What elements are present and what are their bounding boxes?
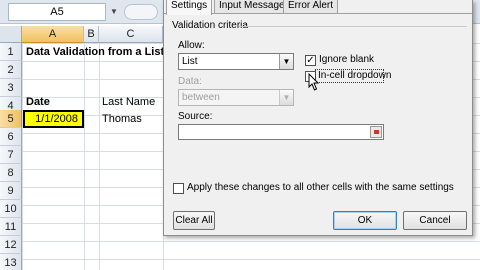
range-selector-icon[interactable]: [370, 126, 382, 138]
row-header-2[interactable]: 2: [0, 61, 22, 79]
data-select-value: between: [182, 92, 220, 103]
cell-c4[interactable]: Last Name: [99, 93, 155, 111]
group-divider: [239, 26, 467, 27]
allow-select-value: List: [182, 56, 198, 67]
column-header-c[interactable]: C: [99, 26, 163, 43]
name-box[interactable]: A5: [8, 3, 106, 21]
data-validation-dialog: Settings Input Message Error Alert Valid…: [163, 0, 474, 236]
cell-a5-active[interactable]: 1/1/2008: [23, 110, 84, 128]
tab-error-alert[interactable]: Error Alert: [283, 0, 339, 14]
ignore-blank-checkbox[interactable]: ✓: [305, 55, 316, 66]
incell-dropdown-label[interactable]: In-cell dropdown: [318, 70, 391, 81]
ok-button[interactable]: OK: [333, 211, 397, 230]
name-box-dropdown-icon[interactable]: ▼: [108, 3, 120, 21]
column-divider: [99, 43, 100, 270]
row-header-3[interactable]: 3: [0, 79, 22, 97]
row-header-8[interactable]: 8: [0, 164, 22, 182]
row-header-7[interactable]: 7: [0, 146, 22, 164]
allow-select[interactable]: List ▼: [178, 53, 294, 70]
chevron-down-icon[interactable]: ▼: [279, 54, 293, 69]
tab-input-message[interactable]: Input Message: [214, 0, 290, 14]
cell-a1[interactable]: Data Validation from a List: [23, 43, 164, 61]
source-input[interactable]: [178, 124, 384, 140]
validation-criteria-label: Validation criteria: [172, 20, 248, 31]
dialog-tabstrip: Settings Input Message Error Alert: [164, 0, 474, 15]
row-header-5[interactable]: 5: [0, 110, 22, 128]
mouse-pointer-icon: [308, 73, 320, 91]
allow-label: Allow:: [178, 40, 205, 51]
apply-all-checkbox[interactable]: [173, 183, 184, 194]
source-label: Source:: [178, 111, 213, 122]
row-header-13[interactable]: 13: [0, 254, 22, 270]
row-header-9[interactable]: 9: [0, 182, 22, 200]
chevron-down-icon[interactable]: ▼: [279, 90, 293, 105]
data-label: Data:: [178, 76, 202, 87]
apply-all-label[interactable]: Apply these changes to all other cells w…: [187, 182, 454, 193]
cell-c5[interactable]: Thomas: [99, 110, 142, 128]
cancel-button[interactable]: Cancel: [403, 211, 467, 230]
formula-bar-expand-button[interactable]: [124, 4, 158, 20]
tab-settings[interactable]: Settings: [166, 0, 213, 15]
row-header-1[interactable]: 1: [0, 43, 22, 61]
column-header-a[interactable]: A: [22, 26, 84, 43]
ignore-blank-label[interactable]: Ignore blank: [319, 54, 374, 65]
select-all-corner[interactable]: [0, 26, 22, 43]
cell-a4[interactable]: Date: [23, 93, 50, 111]
column-header-b[interactable]: B: [84, 26, 99, 43]
clear-all-button[interactable]: Clear All: [173, 211, 215, 230]
column-divider: [84, 43, 85, 270]
data-select[interactable]: between ▼: [178, 89, 294, 106]
row-header-12[interactable]: 12: [0, 236, 22, 254]
row-header-6[interactable]: 6: [0, 128, 22, 146]
row-header-10[interactable]: 10: [0, 200, 22, 218]
row-header-11[interactable]: 11: [0, 218, 22, 236]
